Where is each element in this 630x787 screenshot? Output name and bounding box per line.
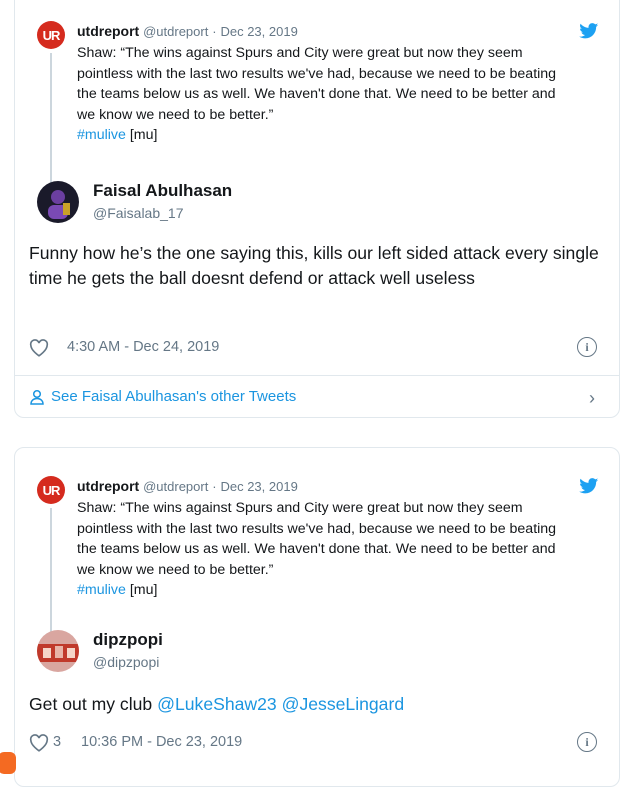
see-other-tweets-link[interactable]: See Faisal Abulhasan's other Tweets ›: [29, 386, 605, 410]
quoted-tweet-header: utdreport @utdreport · Dec 23, 2019: [77, 23, 298, 39]
quoted-tail: [mu]: [129, 127, 158, 144]
quoted-author-handle[interactable]: @utdreport: [143, 479, 208, 494]
faisal-handle[interactable]: @Faisalab_17: [93, 205, 184, 221]
see-other-tweets-label[interactable]: See Faisal Abulhasan's other Tweets: [51, 388, 296, 405]
dipzpopi-avatar[interactable]: [37, 630, 79, 672]
dipzpopi-timestamp[interactable]: 10:36 PM - Dec 23, 2019: [81, 734, 242, 750]
person-icon: [30, 389, 44, 405]
mention-jesselingard[interactable]: @JesseLingard: [282, 694, 405, 714]
quoted-date[interactable]: Dec 23, 2019: [220, 24, 297, 39]
quoted-date[interactable]: Dec 23, 2019: [220, 479, 297, 494]
reply-author[interactable]: Faisal Abulhasan @Faisalab_17: [37, 181, 337, 227]
quoted-tail: [mu]: [129, 582, 158, 599]
mention-lukeshaw[interactable]: @LukeShaw23: [157, 694, 277, 714]
chevron-right-icon[interactable]: ›: [589, 388, 595, 409]
divider: [15, 375, 619, 376]
heart-icon[interactable]: [29, 734, 49, 752]
utdreport-avatar[interactable]: UR: [37, 476, 65, 504]
heart-icon[interactable]: [29, 339, 49, 357]
twitter-bird-icon[interactable]: [579, 478, 599, 494]
utdreport-avatar[interactable]: UR: [37, 21, 65, 49]
twitter-bird-icon[interactable]: [579, 23, 599, 39]
reply-author[interactable]: dipzpopi @dipzpopi: [37, 630, 337, 676]
faisal-avatar[interactable]: [37, 181, 79, 223]
quoted-tweet-text: Shaw: “The wins against Spurs and City w…: [77, 498, 575, 601]
thread-line: [50, 508, 52, 640]
faisal-tweet-text: Funny how he’s the one saying this, kill…: [29, 243, 599, 288]
quoted-text-body: Shaw: “The wins against Spurs and City w…: [77, 45, 557, 123]
tweet-text-prefix: Get out my club: [29, 694, 158, 714]
info-icon[interactable]: i: [577, 732, 597, 752]
quoted-tweet-text: Shaw: “The wins against Spurs and City w…: [77, 43, 575, 146]
thread-line: [50, 53, 52, 185]
faisal-name[interactable]: Faisal Abulhasan: [93, 181, 232, 201]
tweet-card-dipzpopi: UR utdreport @utdreport · Dec 23, 2019 S…: [14, 447, 620, 787]
notification-badge[interactable]: [0, 752, 16, 774]
faisal-timestamp[interactable]: 4:30 AM - Dec 24, 2019: [67, 339, 219, 355]
tweet-card-faisal: UR utdreport @utdreport · Dec 23, 2019 S…: [14, 0, 620, 418]
faisal-tweet-meta: 4:30 AM - Dec 24, 2019 i: [29, 337, 605, 361]
dipzpopi-tweet-meta: 3 10:36 PM - Dec 23, 2019 i: [29, 732, 605, 756]
quoted-author-handle[interactable]: @utdreport: [143, 24, 208, 39]
hashtag-mulive[interactable]: #mulive: [77, 127, 126, 143]
hashtag-mulive[interactable]: #mulive: [77, 582, 126, 598]
separator-dot: ·: [212, 479, 217, 494]
info-icon[interactable]: i: [577, 337, 597, 357]
dipzpopi-tweet-text: Get out my club @LukeShaw23 @JesseLingar…: [29, 692, 605, 717]
quoted-text-body: Shaw: “The wins against Spurs and City w…: [77, 500, 557, 578]
quoted-tweet-header: utdreport @utdreport · Dec 23, 2019: [77, 478, 298, 494]
dipzpopi-name[interactable]: dipzpopi: [93, 630, 163, 650]
quoted-author-name[interactable]: utdreport: [77, 23, 139, 39]
like-count[interactable]: 3: [53, 734, 61, 750]
quoted-author-name[interactable]: utdreport: [77, 478, 139, 494]
dipzpopi-handle[interactable]: @dipzpopi: [93, 654, 159, 670]
separator-dot: ·: [212, 24, 217, 39]
